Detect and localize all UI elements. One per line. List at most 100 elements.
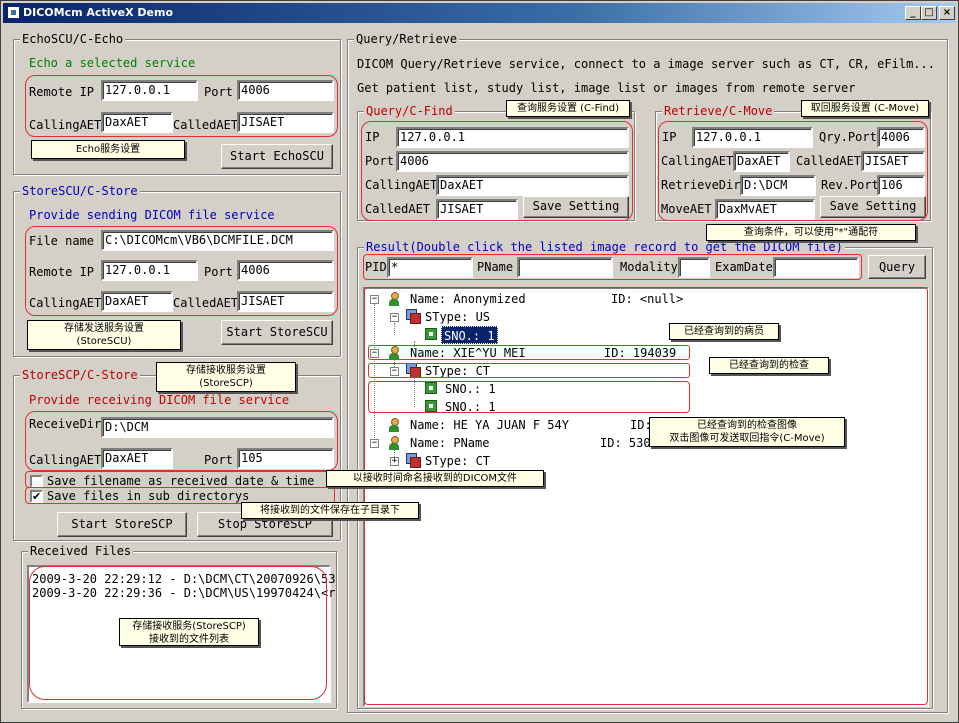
patient-icon [388,418,400,432]
echo-callout: Echo服务设置 [31,140,185,159]
find-port-label: Port [365,154,394,168]
patient-icon [388,436,400,450]
pid-label: PID [365,260,387,274]
image-icon [425,400,437,412]
patient-node-2-name[interactable]: Name: XIE^YU MEI [410,344,526,362]
echo-port-label: Port [204,85,233,99]
study-node-1[interactable]: SType: US [425,308,490,326]
scp-receive-label: ReceiveDir [29,417,102,431]
expand-toggle-icon[interactable]: − [370,349,379,358]
scp-description: Provide receiving DICOM file service [29,393,290,407]
move-callout: 取回服务设置 (C-Move) [801,100,929,117]
patient-node-1-name[interactable]: Name: Anonymized [410,290,526,308]
move-qry-port-input[interactable]: 4006 [877,127,925,148]
find-ip-input[interactable]: 127.0.0.1 [396,127,629,148]
find-callout: 查询服务设置 (C-Find) [506,100,630,117]
move-aet-input[interactable]: DaxMvAET [715,199,815,220]
save-filename-datetime-label: Save filename as received date & time [47,474,315,488]
received-file-row-2[interactable]: 2009-3-20 22:29:36 - D:\DCM\US\19970424\… [32,585,335,601]
store-called-label: CalledAET [173,296,239,310]
echo-calling-input[interactable]: DaxAET [101,112,173,133]
save-sub-directory-checkbox[interactable]: ✔ [30,490,43,503]
move-retrieve-dir-input[interactable]: D:\DCM [740,175,816,196]
store-file-input[interactable]: C:\DICOMcm\VB6\DCMFILE.DCM [101,230,334,251]
scp-calling-input[interactable]: DaxAET [101,448,173,469]
start-echoscu-button[interactable]: Start EchoSCU [221,144,333,169]
expand-toggle-icon[interactable]: − [390,367,399,376]
maximize-button[interactable]: □ [921,6,937,20]
title-bar[interactable]: DICOMcm ActiveX Demo _ □ × [3,3,956,23]
scp-receive-input[interactable]: D:\DCM [101,417,334,438]
image-node-1-selected[interactable]: SNO.: 1 [441,326,498,344]
save-sub-directory-label: Save files in sub directorys [47,489,250,503]
move-rev-port-input[interactable]: 106 [877,175,925,196]
patient-node-2-id: ID: 194039 [604,346,677,360]
query-button[interactable]: Query [868,255,926,279]
find-port-input[interactable]: 4006 [396,151,629,172]
echo-called-input[interactable]: JISAET [237,112,334,133]
patient-node-4-name[interactable]: Name: PName [410,434,489,452]
modality-label: Modality [620,260,678,274]
expand-toggle-icon[interactable]: − [370,439,379,448]
image-icon [425,382,437,394]
patient-node-3-name[interactable]: Name: HE YA JUAN F 54Y [410,416,569,434]
store-port-label: Port [204,265,233,279]
move-save-setting-button[interactable]: Save Setting [820,196,926,218]
store-callout: 存储发送服务设置 (StoreSCU) [27,320,181,350]
tree-line-p1 [394,323,395,335]
move-ip-input[interactable]: 127.0.0.1 [692,127,813,148]
expand-toggle-icon[interactable]: − [390,313,399,322]
find-ip-label: IP [365,130,380,144]
image-node-3[interactable]: SNO.: 1 [445,398,496,416]
store-port-input[interactable]: 4006 [237,260,334,281]
pid-input[interactable]: * [387,257,473,278]
find-save-setting-button[interactable]: Save Setting [523,196,629,218]
app-window: DICOMcm ActiveX Demo _ □ × EchoSCU/C-Ech… [0,0,959,723]
find-calling-input[interactable]: DaxAET [436,175,629,196]
patient-callout: 已经查询到的病员 [669,323,779,340]
pname-label: PName [477,260,514,274]
study-icon [406,453,421,468]
tree-line-s2 [414,377,415,407]
window-title: DICOMcm ActiveX Demo [23,6,174,19]
start-storescu-button[interactable]: Start StoreSCU [221,320,333,345]
scp-calling-label: CallingAET [29,453,102,467]
scp-port-label: Port [204,453,233,467]
echo-remote-ip-label: Remote IP [29,85,95,99]
move-called-label: CalledAET [796,154,862,168]
store-group-title: StoreSCU/C-Store [20,184,140,198]
echo-port-input[interactable]: 4006 [237,80,334,101]
echo-remote-ip-input[interactable]: 127.0.0.1 [101,80,198,101]
find-called-input[interactable]: JISAET [436,199,518,220]
qr-group-title: Query/Retrieve [354,32,460,46]
study-icon [406,309,421,324]
qr-description-2: Get patient list, study list, image list… [357,81,856,95]
app-icon [7,6,20,19]
find-group-title: Query/C-Find [364,104,455,118]
expand-toggle-icon[interactable]: − [370,295,379,304]
patient-node-1-id: ID: <null> [611,292,684,306]
patient-icon [388,346,400,360]
move-calling-input[interactable]: DaxAET [733,151,790,172]
image-node-2[interactable]: SNO.: 1 [445,380,496,398]
move-called-input[interactable]: JISAET [861,151,925,172]
save-filename-datetime-checkbox[interactable] [30,475,43,488]
pname-input[interactable] [517,257,613,278]
store-called-input[interactable]: JISAET [237,291,334,312]
scp-port-input[interactable]: 105 [237,448,334,469]
store-calling-input[interactable]: DaxAET [101,291,173,312]
examdate-label: ExamDate [715,260,773,274]
store-calling-label: CallingAET [29,296,102,310]
store-remote-ip-input[interactable]: 127.0.0.1 [101,260,198,281]
start-storescp-button[interactable]: Start StoreSCP [57,512,187,537]
study-node-4[interactable]: SType: CT [425,452,490,470]
close-button[interactable]: × [939,6,955,20]
study-node-2[interactable]: SType: CT [425,362,490,380]
result-group-title: Result(Double click the listed image rec… [364,240,845,254]
modality-input[interactable] [678,257,710,278]
examdate-input[interactable] [773,257,859,278]
minimize-button[interactable]: _ [905,6,921,20]
move-rev-port-label: Rev.Port [821,178,879,192]
expand-toggle-icon[interactable]: + [390,457,399,466]
patient-icon [388,292,400,306]
